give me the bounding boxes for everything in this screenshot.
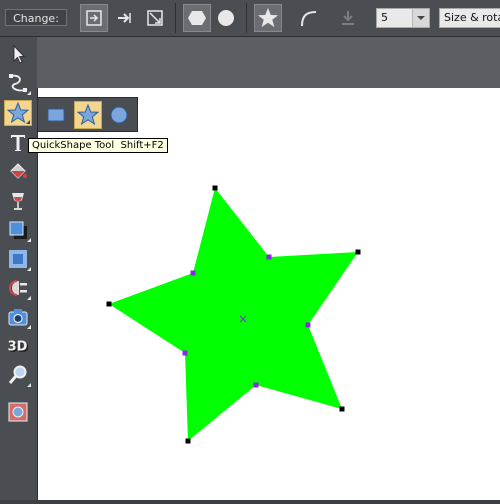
wine-glass-icon [12,193,24,210]
ellipse-tool[interactable] [105,101,133,129]
paint-bucket-icon [10,163,27,179]
quickshape-flyout [37,97,138,132]
handle[interactable] [253,382,259,388]
handle[interactable] [190,270,196,276]
infobar: Change: 5 Size & rot [0,0,500,37]
live-effects-tool[interactable] [4,399,32,425]
stellation-button[interactable] [334,4,362,32]
flyout-indicator [27,325,31,329]
curvature-button[interactable] [294,4,322,32]
handle[interactable] [355,249,361,255]
handle[interactable] [182,350,188,356]
chevron-down-icon [417,16,425,20]
camera-icon [8,309,28,326]
handle[interactable] [212,185,218,191]
flyout-indicator [27,238,31,242]
shape-editor-tool[interactable] [4,70,32,96]
circle-icon [110,106,128,124]
change-label: Change: [5,9,67,26]
gallery-strip [37,37,500,88]
plug-blend-icon [9,280,27,296]
number-of-sides-select[interactable]: 5 [376,8,430,28]
rectangle-icon [47,108,65,122]
dropdown-arrow[interactable] [412,9,429,27]
flyout-indicator [26,120,30,124]
polygon-button[interactable] [183,4,211,32]
separator [175,3,176,33]
shadow-tool[interactable] [4,217,32,243]
drop-shadow-icon [9,221,27,239]
selector-tool[interactable] [4,41,32,67]
bevel-icon [9,250,27,268]
blend-tool[interactable] [4,275,32,301]
star-button[interactable] [254,4,282,32]
star-icon [258,8,278,27]
circle-icon [218,10,234,26]
flyout-indicator [27,383,31,387]
handle[interactable] [305,322,311,328]
new-shape-button[interactable] [80,4,108,32]
quickshape-star-tool[interactable] [74,101,102,129]
bevel-tool[interactable] [4,246,32,272]
ellipse-button[interactable] [212,4,240,32]
handle[interactable] [339,406,345,412]
handle[interactable] [266,254,272,260]
edit-shape-button[interactable] [110,4,138,32]
bezier-curve-icon [9,74,27,92]
arrow-right-icon [118,13,131,23]
tools-toolbar: 3D 3D [0,37,38,500]
mode-select[interactable]: Size & rotation [439,8,500,28]
curve-icon [301,11,317,27]
star-shape[interactable] [109,188,358,441]
tooltip: QuickShape Tool Shift+F2 [28,138,168,153]
flyout-indicator [27,91,31,95]
diagonal-shape-button[interactable] [141,4,169,32]
star-icon [77,104,99,126]
download-icon [342,11,354,25]
svg-text:3D: 3D [8,340,28,355]
zoom-tool[interactable] [4,362,32,388]
transparency-tool[interactable] [4,188,32,214]
number-of-sides-value: 5 [381,11,388,24]
diagonal-icon [147,10,163,26]
text-t-icon [11,135,25,151]
magnifier-icon [8,365,27,384]
mode-value: Size & rotation [444,11,500,24]
hexagon-icon [188,11,206,25]
rectangle-tool[interactable] [42,101,70,129]
quickshape-tool[interactable] [4,100,32,126]
separator [246,3,247,33]
photo-tool[interactable] [4,304,32,330]
flyout-indicator [27,296,31,300]
handle[interactable] [185,438,191,444]
arrow-pointer-icon [13,45,25,64]
extrude-tool[interactable]: 3D 3D [4,333,32,359]
handle[interactable] [106,301,112,307]
3d-text-icon: 3D 3D [8,340,30,357]
new-shape-icon [86,10,102,26]
fill-tool[interactable] [4,159,32,185]
live-effects-icon [8,402,28,422]
flyout-indicator [27,267,31,271]
